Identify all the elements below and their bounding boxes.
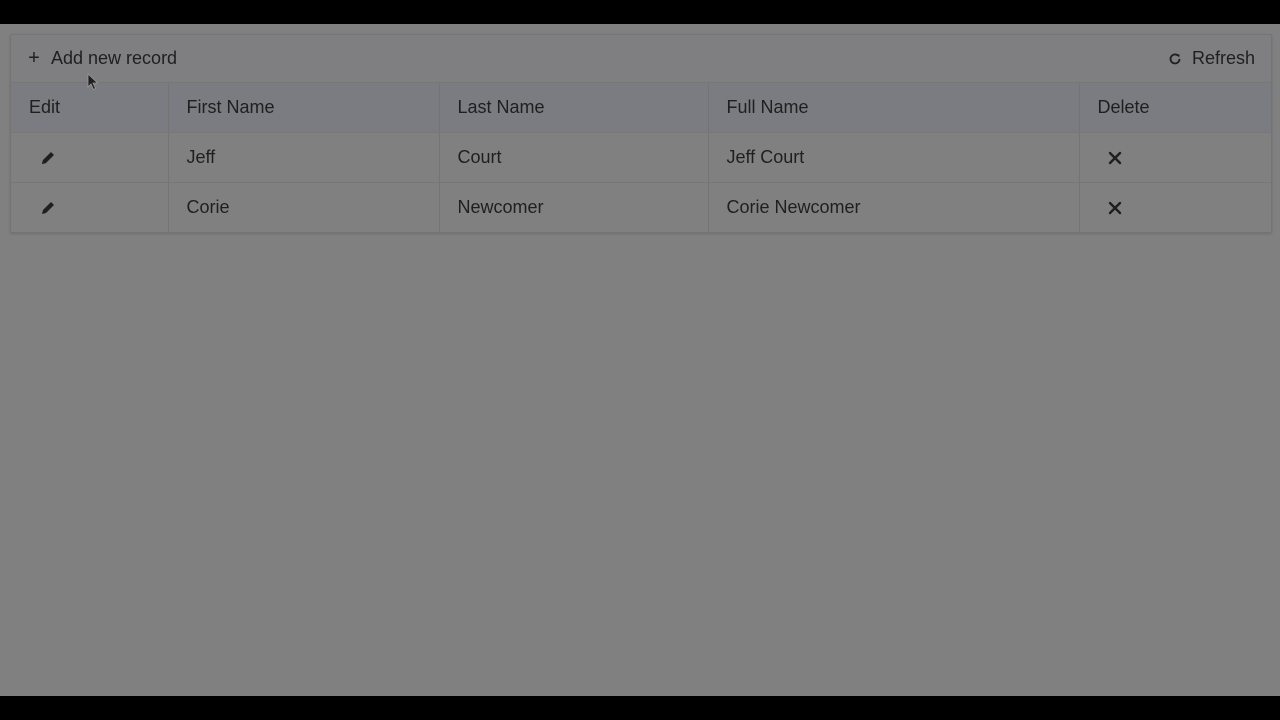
delete-button[interactable] [1098,133,1254,182]
page-viewport: + Add new record Refresh Edit First Name… [0,24,1280,696]
refresh-button[interactable]: Refresh [1168,35,1255,82]
first-name-cell[interactable]: Jeff [168,132,440,183]
refresh-label: Refresh [1191,48,1255,68]
last-name-cell[interactable]: Court [439,132,709,183]
column-header-first-name[interactable]: First Name [168,83,440,133]
records-table: Edit First Name Last Name Full Name Dele… [11,83,1271,232]
table-header-row: Edit First Name Last Name Full Name Dele… [11,83,1271,133]
edit-button[interactable] [29,133,150,182]
column-header-last-name[interactable]: Last Name [439,83,709,133]
refresh-icon [1168,52,1182,66]
table-row: Jeff Court Jeff Court [11,132,1271,183]
full-name-cell[interactable]: Corie Newcomer [708,182,1080,232]
edit-cell [11,182,169,232]
delete-cell [1079,182,1271,232]
column-header-delete[interactable]: Delete [1079,83,1271,133]
letterbox-top [0,0,1280,24]
pencil-icon [42,201,54,214]
edit-cell [11,132,169,183]
delete-cell [1079,132,1271,183]
add-new-record-button[interactable]: + Add new record [27,35,177,82]
records-grid: + Add new record Refresh Edit First Name… [10,34,1272,233]
pencil-icon [42,151,54,164]
last-name-cell[interactable]: Newcomer [439,182,709,232]
grid-toolbar: + Add new record Refresh [11,35,1271,83]
close-icon [1108,151,1121,164]
letterbox-bottom [0,696,1280,720]
mouse-pointer-icon [87,73,99,96]
full-name-cell[interactable]: Jeff Court [708,132,1080,183]
table-row: Corie Newcomer Corie Newcomer [11,182,1271,232]
add-new-record-label: Add new record [51,48,178,68]
edit-button[interactable] [29,183,150,232]
delete-button[interactable] [1098,183,1254,232]
column-header-full-name[interactable]: Full Name [708,83,1080,133]
plus-icon: + [28,47,40,69]
close-icon [1108,201,1121,214]
first-name-cell[interactable]: Corie [168,182,440,232]
